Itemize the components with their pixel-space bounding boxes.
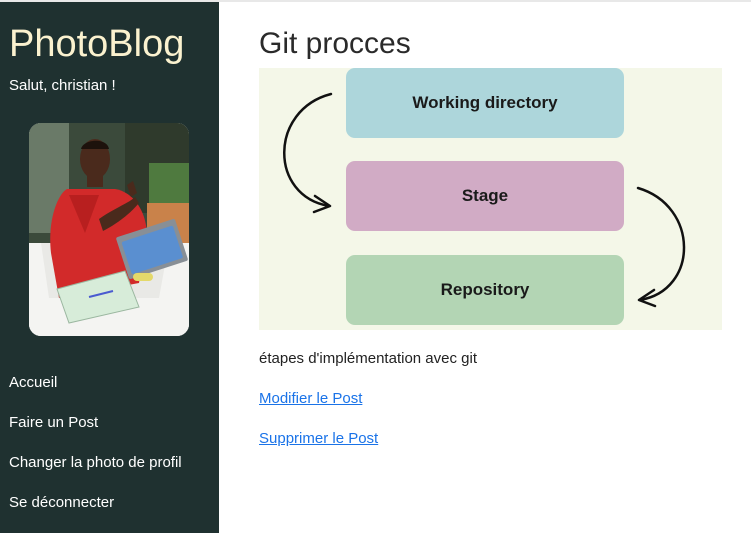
nav-item-se-deconnecter[interactable]: Se déconnecter: [9, 492, 214, 532]
post-caption: étapes d'implémentation avec git: [259, 350, 477, 367]
post-image: Working directory Stage Repository: [259, 68, 722, 330]
arrow-stage-to-repository: [636, 186, 686, 302]
delete-post-link[interactable]: Supprimer le Post: [259, 429, 378, 449]
arrow-working-to-stage: [283, 92, 333, 208]
post-title: Git procces: [259, 27, 411, 60]
brand-title[interactable]: PhotoBlog: [9, 20, 184, 68]
nav-item-changer-photo[interactable]: Changer la photo de profil: [9, 452, 214, 492]
profile-photo: [29, 123, 189, 336]
sidebar: PhotoBlog Salut, christian ! Accueil Fai…: [0, 2, 219, 533]
user-greeting: Salut, christian !: [9, 77, 116, 94]
post-content: Git procces Working directory Stage Repo…: [259, 2, 739, 533]
sidebar-nav: Accueil Faire un Post Changer la photo d…: [9, 372, 214, 532]
flow-arrows: [283, 92, 686, 308]
profile-photo-illustration: [29, 123, 189, 336]
edit-post-link[interactable]: Modifier le Post: [259, 389, 362, 409]
nav-item-faire-un-post[interactable]: Faire un Post: [9, 412, 214, 452]
nav-item-accueil[interactable]: Accueil: [9, 372, 214, 412]
